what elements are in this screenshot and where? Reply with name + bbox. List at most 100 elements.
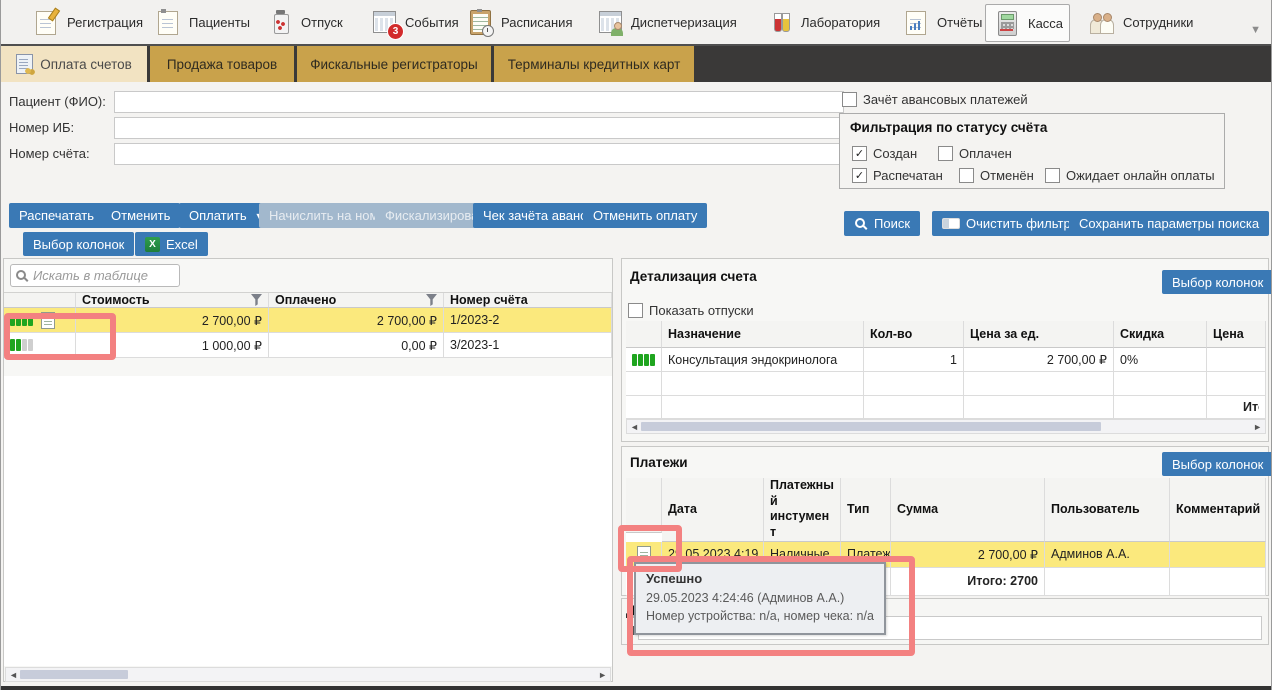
status-cancelled-checkbox[interactable] bbox=[959, 168, 974, 183]
print-button[interactable]: Распечатать bbox=[9, 203, 104, 228]
details-header-price[interactable]: Цена bbox=[1207, 321, 1266, 348]
pill-bottle-icon bbox=[265, 7, 295, 37]
med-record-label: Номер ИБ: bbox=[9, 117, 74, 139]
details-cell-name[interactable]: Консультация эндокринолога bbox=[662, 348, 864, 372]
med-record-input[interactable] bbox=[114, 117, 844, 139]
details-choose-columns-button[interactable]: Выбор колонок bbox=[1162, 270, 1272, 294]
invoices-hscrollbar[interactable]: ◄ ► bbox=[5, 667, 611, 682]
cancel-payment-button[interactable]: Отменить оплату bbox=[583, 203, 707, 228]
toolbar-item-dispatching[interactable]: Диспетчеризация bbox=[589, 4, 743, 40]
show-dispensings-row: Показать отпуски bbox=[628, 303, 754, 318]
tab-fiscal-registers[interactable]: Фискальные регистраторы bbox=[297, 46, 491, 82]
invoice-number-input[interactable] bbox=[114, 143, 844, 165]
invoice-cell-cost[interactable]: 1 000,00 ₽ bbox=[76, 333, 269, 358]
details-header-name[interactable]: Назначение bbox=[662, 321, 864, 348]
scrollbar-thumb[interactable] bbox=[20, 670, 128, 679]
status-created-label: Создан bbox=[873, 146, 917, 161]
tab-goods-sale[interactable]: Продажа товаров bbox=[150, 46, 294, 82]
receipt-icon bbox=[637, 546, 651, 563]
filter-funnel-icon[interactable] bbox=[426, 294, 437, 306]
toolbar-overflow-arrow-icon[interactable]: ▼ bbox=[1250, 24, 1261, 36]
patient-name-input[interactable] bbox=[114, 91, 844, 113]
details-cell-discount[interactable]: 0% bbox=[1114, 348, 1207, 372]
toolbar-item-employees[interactable]: Сотрудники bbox=[1081, 4, 1199, 40]
tab-label: Оплата счетов bbox=[40, 57, 132, 72]
payment-cell-comment[interactable] bbox=[1170, 542, 1266, 568]
details-cell-qty[interactable]: 1 bbox=[864, 348, 964, 372]
details-cell-unit-price[interactable]: 2 700,00 ₽ bbox=[964, 348, 1114, 372]
payments-header-amount[interactable]: Сумма bbox=[891, 478, 1045, 542]
status-paid-checkbox[interactable] bbox=[938, 146, 953, 161]
clear-filter-button[interactable]: Очистить фильтр bbox=[932, 211, 1081, 236]
main-toolbar: Регистрация Пациенты Отпуск 3 События Ра… bbox=[1, 0, 1272, 46]
advance-offset-checkbox-row: Зачёт авансовых платежей bbox=[842, 92, 1028, 107]
status-awaiting-online-checkbox[interactable] bbox=[1045, 168, 1060, 183]
invoices-header-paid[interactable]: Оплачено bbox=[269, 293, 444, 308]
tab-credit-card-terminals[interactable]: Терминалы кредитных карт bbox=[494, 46, 694, 82]
cancel-button[interactable]: Отменить bbox=[101, 203, 180, 228]
payments-header-type[interactable]: Тип bbox=[841, 478, 891, 542]
payment-cell-user[interactable]: Админов А.А. bbox=[1045, 542, 1170, 568]
invoice-details-table: Назначение Кол-во Цена за ед. Скидка Цен… bbox=[626, 321, 1266, 419]
toolbar-item-schedules[interactable]: Расписания bbox=[459, 4, 578, 40]
paid-status-bars-icon bbox=[10, 314, 33, 326]
invoice-cell-cost[interactable]: 2 700,00 ₽ bbox=[76, 308, 269, 333]
details-row-icon[interactable] bbox=[626, 348, 662, 372]
scroll-left-icon[interactable]: ◄ bbox=[9, 669, 18, 681]
details-header-unit-price[interactable]: Цена за ед. bbox=[964, 321, 1114, 348]
invoice-cell-paid[interactable]: 0,00 ₽ bbox=[269, 333, 444, 358]
status-created-checkbox[interactable]: ✓ bbox=[852, 146, 867, 161]
payments-header-comment[interactable]: Комментарий bbox=[1170, 478, 1266, 542]
patient-name-label: Пациент (ФИО): bbox=[9, 91, 106, 113]
save-search-params-button[interactable]: Сохранить параметры поиска bbox=[1069, 211, 1269, 236]
receipt-icon bbox=[41, 312, 55, 329]
search-icon bbox=[854, 217, 868, 231]
scroll-right-icon[interactable]: ► bbox=[1253, 421, 1262, 433]
invoice-cell-number[interactable]: 3/2023-1 bbox=[444, 333, 612, 358]
tab-invoice-payment[interactable]: Оплата счетов bbox=[1, 46, 147, 82]
details-header-discount[interactable]: Скидка bbox=[1114, 321, 1207, 348]
toolbar-item-label: События bbox=[405, 15, 459, 30]
status-filter-title: Фильтрация по статусу счёта bbox=[850, 120, 1047, 135]
payments-header-instrument[interactable]: Платежный инстумент bbox=[764, 478, 841, 542]
status-printed-checkbox[interactable]: ✓ bbox=[852, 168, 867, 183]
advance-offset-checkbox[interactable] bbox=[842, 92, 857, 107]
app-window: Регистрация Пациенты Отпуск 3 События Ра… bbox=[0, 0, 1272, 690]
show-dispensings-checkbox[interactable] bbox=[628, 303, 643, 318]
invoice-row-icons[interactable] bbox=[4, 333, 76, 358]
invoice-row-icons[interactable] bbox=[4, 308, 76, 333]
toolbar-item-dispensing[interactable]: Отпуск bbox=[259, 4, 349, 40]
payments-header-date[interactable]: Дата bbox=[662, 478, 764, 542]
tooltip-status: Успешно bbox=[646, 569, 874, 589]
advance-offset-label: Зачёт авансовых платежей bbox=[863, 92, 1028, 107]
toolbar-item-cashdesk[interactable]: Касса bbox=[985, 4, 1070, 42]
invoices-header-cost[interactable]: Стоимость bbox=[76, 293, 269, 308]
invoices-panel: Стоимость Оплачено Номер счёта 2 700,00 … bbox=[3, 258, 613, 682]
invoice-cell-number[interactable]: 1/2023-2 bbox=[444, 308, 612, 333]
toolbar-item-registration[interactable]: Регистрация bbox=[25, 4, 149, 40]
payments-header-user[interactable]: Пользователь bbox=[1045, 478, 1170, 542]
invoices-header-number[interactable]: Номер счёта bbox=[444, 293, 612, 308]
status-paid-row: Оплачен bbox=[938, 146, 1012, 161]
details-header-qty[interactable]: Кол-во bbox=[864, 321, 964, 348]
payments-choose-columns-button[interactable]: Выбор колонок bbox=[1162, 452, 1272, 476]
payment-cell-amount[interactable]: 2 700,00 ₽ bbox=[891, 542, 1045, 568]
invoice-number-label: Номер счёта: bbox=[9, 143, 90, 165]
details-hscrollbar[interactable]: ◄ ► bbox=[626, 419, 1266, 434]
scroll-left-icon[interactable]: ◄ bbox=[630, 421, 639, 433]
toolbar-item-patients[interactable]: Пациенты bbox=[147, 4, 256, 40]
table-search-input[interactable] bbox=[10, 264, 180, 287]
invoice-cell-paid[interactable]: 2 700,00 ₽ bbox=[269, 308, 444, 333]
window-bottom-border bbox=[1, 686, 1272, 690]
choose-columns-button[interactable]: Выбор колонок bbox=[23, 232, 134, 256]
toolbar-item-reports[interactable]: Отчёты bbox=[895, 4, 988, 40]
filter-funnel-icon[interactable] bbox=[251, 294, 262, 306]
scrollbar-thumb[interactable] bbox=[641, 422, 1101, 431]
toolbar-item-laboratory[interactable]: Лаборатория bbox=[759, 4, 886, 40]
scroll-right-icon[interactable]: ► bbox=[598, 669, 607, 681]
details-cell-price[interactable] bbox=[1207, 348, 1266, 372]
search-button[interactable]: Поиск bbox=[844, 211, 920, 236]
toolbar-item-events[interactable]: 3 События bbox=[363, 4, 465, 40]
excel-export-button[interactable]: XExcel bbox=[135, 232, 208, 256]
excel-icon: X bbox=[145, 237, 160, 252]
